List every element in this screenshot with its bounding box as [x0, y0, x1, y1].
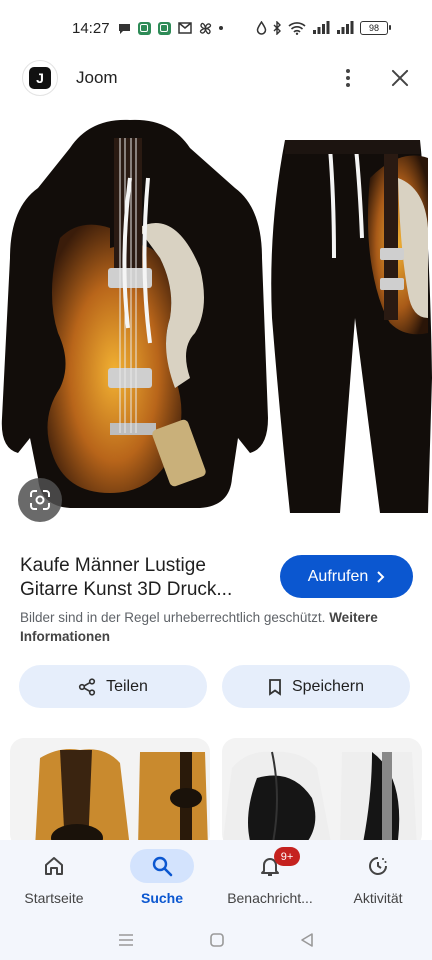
- google-lens-button[interactable]: [18, 478, 62, 522]
- save-button[interactable]: Speichern: [222, 665, 410, 708]
- nav-item-notifications[interactable]: 9+ Benachricht...: [216, 840, 324, 920]
- bookmark-icon: [269, 678, 281, 696]
- status-time: 14:27: [72, 19, 110, 37]
- visit-button[interactable]: Aufrufen: [280, 555, 413, 598]
- app-notification-icon: [137, 21, 151, 35]
- nav-label-activity: Aktivität: [353, 890, 403, 906]
- system-status-icons: 98: [256, 21, 391, 35]
- battery-indicator: 98: [360, 21, 391, 35]
- nav-item-activity[interactable]: Aktivität: [324, 840, 432, 920]
- result-title-line-1: Kaufe Männer Lustige: [20, 555, 206, 576]
- app-notification-icon: [157, 21, 171, 35]
- similar-result-thumbnail[interactable]: [10, 738, 210, 840]
- product-image[interactable]: [0, 118, 432, 538]
- share-icon: [78, 677, 96, 696]
- share-button-label: Teilen: [106, 677, 148, 695]
- nav-label-search: Suche: [140, 890, 183, 906]
- home-icon: [45, 857, 63, 875]
- share-button[interactable]: Teilen: [19, 665, 207, 708]
- result-title-line-2: Gitarre Kunst 3D Druck...: [20, 579, 233, 600]
- save-button-label: Speichern: [291, 677, 365, 695]
- similar-result-thumbnail[interactable]: [222, 738, 422, 840]
- more-vert-icon[interactable]: [340, 69, 356, 87]
- app-header: J Joom: [0, 56, 432, 100]
- result-title[interactable]: Kaufe Männer Lustige Gitarre Kunst 3D Dr…: [20, 554, 270, 602]
- copyright-text: Bilder sind in der Regel urheberrechtlic…: [20, 610, 326, 625]
- search-icon: [152, 856, 173, 877]
- data-saver-icon: [256, 21, 267, 35]
- wooden-guitar-outfit-image: [35, 749, 208, 840]
- bluetooth-icon: [273, 21, 281, 35]
- home-button-icon[interactable]: [209, 932, 225, 948]
- signal-icon: [337, 21, 354, 34]
- bottom-navigation: Startseite Suche 9+ Benachricht... Aktiv…: [0, 840, 432, 920]
- chat-bubble-icon: [118, 23, 130, 34]
- system-navigation-bar: [0, 920, 432, 960]
- joom-logo-mark: J: [29, 67, 51, 89]
- back-icon[interactable]: [299, 932, 315, 948]
- notification-icons: [118, 21, 223, 35]
- pinwheel-icon: [199, 22, 211, 34]
- more-notifications-dot: [218, 26, 223, 30]
- activity-icon: [369, 857, 387, 875]
- nav-label-home: Startseite: [24, 890, 84, 906]
- app-title: Joom: [76, 68, 118, 87]
- joom-logo: J: [22, 60, 58, 96]
- nav-item-home[interactable]: Startseite: [0, 840, 108, 920]
- chevron-right-icon: [377, 570, 385, 583]
- hoodie-graphic: [1, 119, 269, 508]
- copyright-note: Bilder sind in der Regel urheberrechtlic…: [20, 608, 412, 646]
- nav-label-notifications: Benachricht...: [227, 890, 313, 906]
- gmail-icon: [177, 22, 192, 34]
- wifi-icon: [288, 22, 306, 35]
- pants-graphic: [271, 140, 432, 513]
- notification-count-badge: 9+: [274, 847, 300, 866]
- signal-icon: [313, 21, 330, 34]
- status-bar: 14:27 98: [0, 0, 432, 56]
- bw-guitar-outfit-image: [223, 751, 417, 840]
- similar-results: [0, 738, 432, 840]
- recent-apps-icon[interactable]: [117, 933, 135, 947]
- google-lens-icon: [30, 490, 50, 510]
- visit-button-label: Aufrufen: [307, 567, 369, 585]
- close-icon[interactable]: [390, 68, 410, 88]
- nav-item-search[interactable]: Suche: [108, 840, 216, 920]
